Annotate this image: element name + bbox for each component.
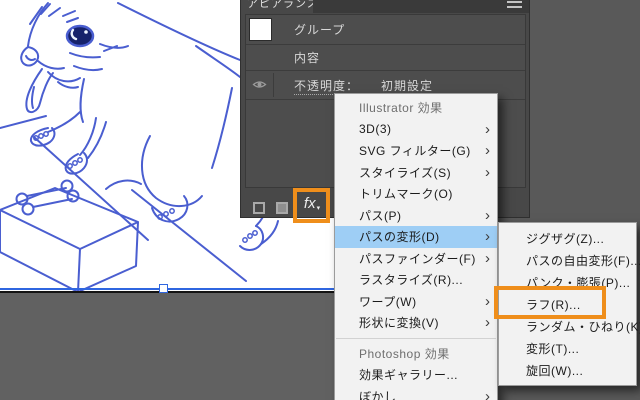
menu-item-label: ラスタライズ(R)... (359, 273, 464, 288)
effects-menu-item-8[interactable]: ラスタライズ(R)... (335, 269, 497, 291)
menu-item-label: パスファインダー(F) (359, 251, 476, 266)
effects-menu-item-12: Photoshop 効果 (335, 343, 497, 365)
appearance-row-contents[interactable]: 内容 (246, 45, 525, 71)
annotation-box-fx (293, 188, 330, 223)
opacity-value: 初期設定 (381, 78, 434, 93)
menu-item-label: 変形(T)... (526, 341, 580, 356)
effects-menu-item-2[interactable]: SVG フィルター(G) › (335, 140, 497, 162)
menu-item-label: ランダム・ひねり(K)... (526, 319, 640, 334)
menu-item-label: トリムマーク(O) (359, 187, 453, 202)
appearance-row-group[interactable]: グループ (246, 15, 525, 45)
distort-submenu-item-1[interactable]: パスの自由変形(F)... (499, 249, 640, 271)
menu-item-label: パスの変形(D) (359, 230, 440, 245)
menu-item-label: ワープ(W) (359, 294, 417, 309)
visibility-eye-icon[interactable] (252, 79, 267, 90)
distort-submenu-item-6[interactable]: 旋回(W)... (499, 359, 636, 381)
effects-menu-item-0: Illustrator 効果 (335, 97, 497, 119)
group-thumbnail-swatch[interactable] (249, 18, 272, 41)
submenu-arrow-icon: › (485, 314, 490, 332)
submenu-arrow-icon: › (485, 292, 490, 310)
annotation-box-rough (494, 286, 606, 319)
effects-menu-item-9[interactable]: ワープ(W) › (335, 291, 497, 313)
panel-flyout-menu-icon[interactable] (507, 1, 522, 10)
submenu-arrow-icon: › (485, 142, 490, 160)
effects-menu-item-14[interactable]: ぼかし › (335, 386, 497, 400)
effects-menu-item-6[interactable]: パスの変形(D) › (335, 226, 497, 248)
submenu-arrow-icon: › (485, 228, 490, 246)
effects-menu-item-7[interactable]: パスファインダー(F) › (335, 248, 497, 270)
submenu-arrow-icon: › (485, 387, 490, 400)
menu-item-label: 旋回(W)... (526, 363, 584, 378)
menu-item-label: パス(P) (359, 208, 402, 223)
menu-item-label: スタイライズ(S) (359, 165, 452, 180)
effects-menu-item-13[interactable]: 効果ギャラリー... (335, 364, 497, 386)
menu-item-label: ジグザグ(Z)... (526, 231, 605, 246)
distort-submenu-item-5[interactable]: 変形(T)... (499, 337, 636, 359)
effects-menu-item-10[interactable]: 形状に変換(V) › (335, 312, 497, 334)
effects-menu-item-4[interactable]: トリムマーク(O) (335, 183, 497, 205)
submenu-arrow-icon: › (485, 163, 490, 181)
menu-item-label: 形状に変換(V) (359, 316, 439, 331)
panel-tab-bar: アピアランス (241, 0, 529, 13)
menu-item-label: パスの自由変形(F)... (526, 253, 640, 268)
selection-handle[interactable] (159, 284, 168, 293)
submenu-arrow-icon: › (485, 120, 490, 138)
effects-menu-item-5[interactable]: パス(P) › (335, 205, 497, 227)
menu-item-label: 効果ギャラリー... (359, 368, 459, 383)
menu-item-label: Illustrator 効果 (359, 101, 443, 116)
add-fill-icon[interactable] (276, 202, 288, 214)
row-divider (273, 73, 274, 97)
menu-item-label: 3D(3) (359, 122, 392, 137)
submenu-arrow-icon: › (485, 249, 490, 267)
effects-menu-item-1[interactable]: 3D(3) › (335, 119, 497, 141)
effects-context-menu: Illustrator 効果 3D(3) › SVG フィルター(G) › スタイライズ(… (334, 93, 498, 400)
effects-menu-item-3[interactable]: スタイライズ(S) › (335, 162, 497, 184)
distort-submenu-item-0[interactable]: ジグザグ(Z)... (499, 227, 636, 249)
tab-appearance[interactable]: アピアランス (241, 0, 313, 13)
contents-row-label: 内容 (294, 51, 321, 65)
pasteboard (0, 293, 334, 400)
add-stroke-icon[interactable] (253, 202, 265, 214)
menu-item-label: SVG フィルター(G) (359, 144, 471, 159)
menu-item-label: ぼかし (359, 389, 397, 400)
menu-item-label: Photoshop 効果 (359, 346, 450, 361)
submenu-arrow-icon: › (485, 206, 490, 224)
menu-separator (336, 337, 496, 339)
illustrator-window: アピアランス グループ 内容 不透明度： 初期設定 fx▾ Illustrato… (0, 0, 640, 400)
tab-appearance-label: アピアランス (247, 0, 313, 10)
